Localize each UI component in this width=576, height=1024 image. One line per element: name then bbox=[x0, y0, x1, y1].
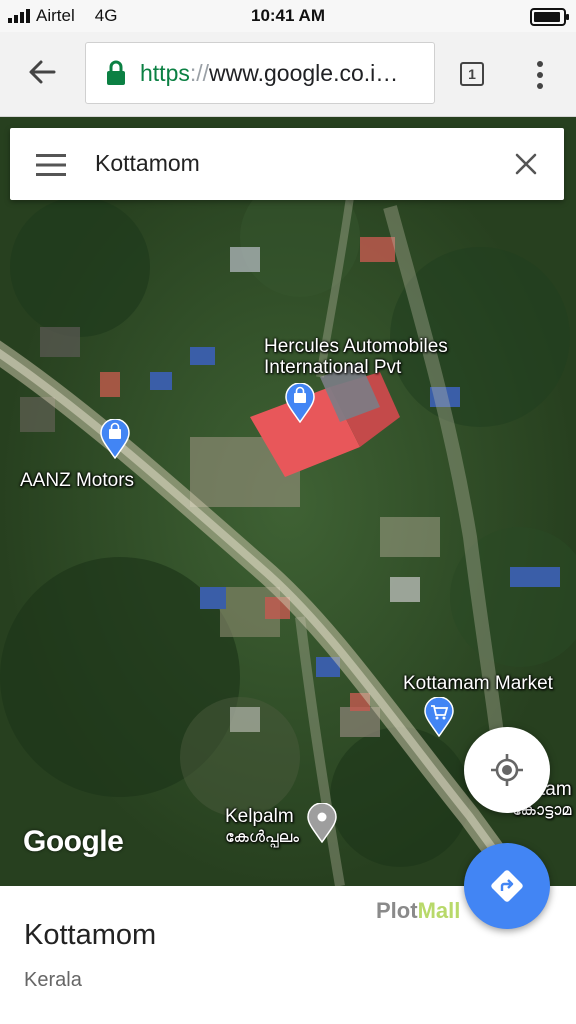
place-name-kelpalm: Kelpalm bbox=[225, 806, 294, 827]
location-pin-icon[interactable] bbox=[307, 803, 337, 843]
back-arrow-icon[interactable] bbox=[22, 52, 62, 92]
shopping-cart-pin-icon[interactable] bbox=[424, 697, 454, 737]
plotmall-watermark: PlotMall bbox=[376, 898, 460, 924]
place-label-kelpalm[interactable]: Kelpalm കേൾപ്പലം bbox=[225, 806, 299, 848]
google-logo: Google bbox=[23, 825, 124, 858]
my-location-icon bbox=[491, 754, 523, 786]
directions-icon bbox=[491, 870, 523, 902]
place-title: Kottamom bbox=[24, 919, 157, 951]
directions-button[interactable] bbox=[464, 843, 550, 929]
place-name-kelpalm-local: കേൾപ്പലം bbox=[225, 829, 299, 846]
watermark-part1: Plot bbox=[376, 898, 418, 923]
tab-switcher-button[interactable]: 1 bbox=[460, 62, 484, 86]
place-subtitle: Kerala bbox=[24, 969, 82, 991]
search-query[interactable]: Kottamom bbox=[95, 150, 200, 177]
watermark-part2: Mall bbox=[417, 898, 461, 923]
url-host: www.google.co.i… bbox=[209, 59, 399, 86]
clock: 10:41 AM bbox=[250, 6, 325, 25]
battery-icon bbox=[530, 8, 569, 26]
place-label-kottamam-market[interactable]: Kottamam Market bbox=[403, 673, 553, 694]
url-protocol: https bbox=[140, 59, 190, 86]
search-box[interactable]: Kottamom bbox=[10, 128, 564, 200]
close-icon[interactable] bbox=[514, 152, 538, 176]
browser-toolbar: https://www.google.co.i… 1 bbox=[0, 32, 576, 117]
my-location-button[interactable] bbox=[464, 727, 550, 813]
shopping-bag-pin-icon[interactable] bbox=[100, 419, 130, 459]
place-label-aanz[interactable]: AANZ Motors bbox=[20, 470, 134, 491]
shopping-bag-pin-icon[interactable] bbox=[285, 383, 315, 423]
url-text: https://www.google.co.i… bbox=[140, 60, 415, 87]
more-vert-icon[interactable] bbox=[532, 60, 548, 90]
lock-icon bbox=[107, 60, 125, 85]
place-label-hercules[interactable]: Hercules Automobiles International Pvt bbox=[264, 336, 448, 378]
address-bar[interactable]: https://www.google.co.i… bbox=[85, 42, 435, 104]
status-bar: Airtel 4G 10:41 AM bbox=[0, 0, 576, 32]
menu-icon[interactable] bbox=[36, 154, 66, 176]
url-separator: :// bbox=[189, 59, 210, 86]
place-name-hercules: Hercules Automobiles International Pvt bbox=[264, 336, 448, 378]
